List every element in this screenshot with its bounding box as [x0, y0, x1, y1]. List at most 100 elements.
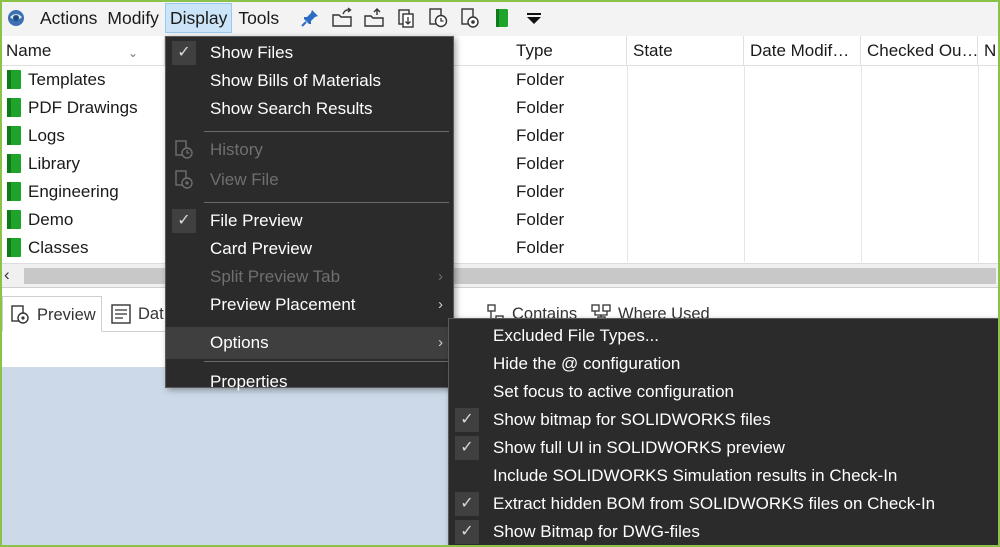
check-icon: ✓ [455, 492, 479, 516]
column-date-label: Date Modif… [750, 41, 850, 60]
menu-item-label: Include SOLIDWORKS Simulation results in… [493, 466, 898, 485]
list-item[interactable]: Classes Folder [0, 234, 1000, 262]
datacard-icon [111, 304, 131, 324]
menu-item-properties[interactable]: Properties [166, 368, 453, 396]
list-item[interactable]: Logs Folder [0, 122, 1000, 150]
folder-icon [7, 210, 21, 229]
menu-item-include-simulation[interactable]: Include SOLIDWORKS Simulation results in… [449, 462, 1000, 490]
view-icon[interactable] [459, 7, 481, 29]
menu-item-file-preview[interactable]: ✓ File Preview [166, 207, 453, 235]
list-item[interactable]: PDF Drawings Folder [0, 94, 1000, 122]
column-overflow-label: N [984, 41, 997, 60]
list-item[interactable]: Demo Folder [0, 206, 1000, 234]
file-list: Templates Folder PDF Drawings Folder Log… [0, 66, 1000, 262]
list-item[interactable]: Library Folder [0, 150, 1000, 178]
item-name: Classes [28, 238, 89, 257]
menu-modify[interactable]: Modify [103, 3, 163, 33]
column-header: Name ⌄ Type State Date Modif… Checked Ou… [0, 36, 1000, 66]
menu-item-label: Excluded File Types... [493, 326, 659, 345]
menu-item-hide-config[interactable]: Hide the @ configuration [449, 350, 1000, 378]
item-type: Folder [516, 70, 565, 89]
item-type: Folder [516, 98, 565, 117]
menu-item-set-focus[interactable]: Set focus to active configuration [449, 378, 1000, 406]
history-icon [175, 140, 193, 159]
menu-item-card-preview[interactable]: Card Preview [166, 235, 453, 263]
item-type: Folder [516, 126, 565, 145]
list-item[interactable]: Engineering Folder [0, 178, 1000, 206]
folder-icon [7, 98, 21, 117]
menu-item-show-files[interactable]: ✓ Show Files [166, 39, 453, 67]
dropdown-arrow-icon[interactable] [523, 7, 545, 29]
item-type: Folder [516, 210, 565, 229]
menu-item-label: Show Bitmap for DWG-files [493, 522, 700, 541]
item-type: Folder [516, 238, 565, 257]
list-item[interactable]: Templates Folder [0, 66, 1000, 94]
check-icon: ✓ [455, 520, 479, 544]
column-state[interactable]: State [627, 36, 744, 66]
menu-item-show-full-ui[interactable]: ✓ Show full UI in SOLIDWORKS preview [449, 434, 1000, 462]
menu-item-extract-bom[interactable]: ✓ Extract hidden BOM from SOLIDWORKS fil… [449, 490, 1000, 518]
chevron-left-icon[interactable]: ‹ [4, 265, 10, 285]
column-name-label: Name [6, 41, 52, 60]
menu-item-excluded-file-types[interactable]: Excluded File Types... [449, 322, 1000, 350]
view-icon [175, 170, 193, 189]
folder-up-icon[interactable] [363, 7, 385, 29]
folder-share-icon[interactable] [331, 7, 353, 29]
check-icon: ✓ [172, 209, 196, 233]
options-submenu: Excluded File Types... Hide the @ config… [448, 318, 1000, 547]
menu-item-label: Hide the @ configuration [493, 354, 681, 373]
tab-preview[interactable]: Preview [2, 296, 102, 332]
display-menu: ✓ Show Files Show Bills of Materials Sho… [165, 36, 454, 391]
folder-icon [7, 70, 21, 89]
tab-preview-label: Preview [37, 306, 96, 324]
column-name[interactable]: Name ⌄ [0, 36, 165, 66]
menu-item-label: History [210, 140, 263, 159]
menu-item-show-search[interactable]: Show Search Results [166, 95, 453, 123]
item-name: Logs [28, 126, 65, 145]
pin-icon[interactable] [299, 7, 321, 29]
menu-tools[interactable]: Tools [234, 3, 283, 33]
folder-icon [7, 154, 21, 173]
chevron-right-icon: › [438, 296, 443, 313]
column-state-label: State [633, 41, 673, 60]
menubar: Actions Modify Display Tools [0, 0, 1000, 36]
item-name: Templates [28, 70, 106, 89]
menu-item-label: View File [210, 170, 279, 189]
item-type: Folder [516, 182, 565, 201]
horizontal-scrollbar[interactable]: ‹ [0, 263, 1000, 287]
tab-datacard-label: Dat [138, 305, 164, 323]
item-name: Library [28, 154, 80, 173]
menu-item-label: Card Preview [210, 239, 313, 258]
column-checked-out[interactable]: Checked Ou… [861, 36, 978, 66]
item-type: Folder [516, 154, 565, 173]
tab-datacard[interactable]: Dat [104, 296, 174, 332]
chevron-right-icon: › [438, 268, 443, 285]
check-out-icon[interactable] [395, 7, 417, 29]
chevron-right-icon: › [438, 334, 443, 351]
book-icon[interactable] [491, 7, 513, 29]
preview-icon [11, 305, 29, 324]
column-overflow[interactable]: N [978, 36, 1000, 66]
menu-item-show-bom[interactable]: Show Bills of Materials [166, 67, 453, 95]
menu-item-label: Show bitmap for SOLIDWORKS files [493, 410, 771, 429]
column-type[interactable]: Type [510, 36, 627, 66]
menu-actions[interactable]: Actions [36, 3, 101, 33]
folder-icon [7, 182, 21, 201]
check-icon: ✓ [172, 41, 196, 65]
menu-item-label: Properties [210, 372, 288, 391]
menu-item-view-file: View File [166, 166, 453, 194]
column-date-modified[interactable]: Date Modif… [744, 36, 861, 66]
menu-item-options[interactable]: Options › [166, 327, 453, 359]
menu-display[interactable]: Display [164, 3, 233, 33]
menu-item-label: Extract hidden BOM from SOLIDWORKS files… [493, 494, 936, 513]
column-type-label: Type [516, 41, 553, 60]
app-globe-icon[interactable] [6, 8, 26, 28]
check-icon: ✓ [455, 436, 479, 460]
history-icon[interactable] [427, 7, 449, 29]
menu-item-preview-placement[interactable]: Preview Placement › [166, 291, 453, 319]
menu-item-show-bitmap-dwg[interactable]: ✓ Show Bitmap for DWG-files [449, 518, 1000, 546]
menu-item-show-bitmap-sw[interactable]: ✓ Show bitmap for SOLIDWORKS files [449, 406, 1000, 434]
chevron-down-icon: ⌄ [128, 46, 139, 60]
menu-item-split-preview-tab: Split Preview Tab › [166, 263, 453, 291]
menu-item-label: Show Files [210, 43, 294, 62]
